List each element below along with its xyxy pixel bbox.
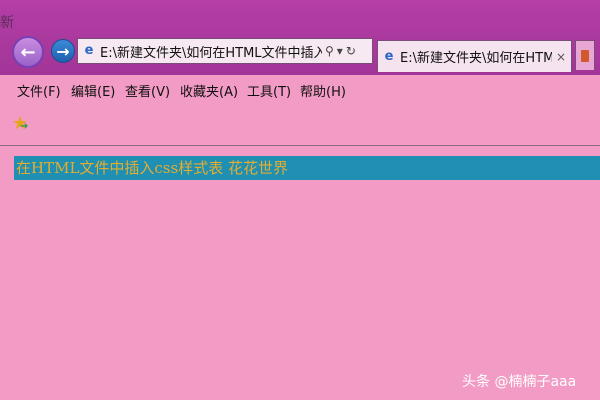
add-favorite-arrow-icon: ➜ xyxy=(20,121,29,132)
menu-favorites[interactable]: 收藏夹(A) xyxy=(180,81,238,100)
arrow-left-icon: ← xyxy=(20,41,36,63)
menu-bar: 文件(F) 编辑(E) 查看(V) 收藏夹(A) 工具(T) 帮助(H) xyxy=(0,75,600,105)
refresh-icon[interactable]: ↻ xyxy=(346,44,356,58)
new-tab-icon xyxy=(581,49,589,62)
page-content xyxy=(0,146,600,400)
ie-tab-icon: e xyxy=(384,48,394,64)
ie-page-icon: e xyxy=(84,43,94,58)
tab-title: E:\新建文件夹\如何在HTM... xyxy=(400,51,552,66)
menu-view[interactable]: 查看(V) xyxy=(125,81,170,100)
back-button[interactable]: ← xyxy=(12,36,44,68)
menu-edit[interactable]: 编辑(E) xyxy=(71,81,115,100)
new-tab-button[interactable] xyxy=(575,40,595,70)
watermark-text: 头条 @楠楠子aaa xyxy=(462,374,577,390)
forward-button[interactable]: → xyxy=(51,39,75,63)
arrow-right-icon: → xyxy=(56,41,70,61)
chevron-down-icon[interactable]: ▾ xyxy=(337,44,343,58)
address-input[interactable]: E:\新建文件夹\如何在HTML文件中插入css xyxy=(100,42,322,61)
page-heading: 在HTML文件中插入css样式表 花花世界 xyxy=(16,159,288,177)
close-icon[interactable]: × xyxy=(556,50,566,64)
window-edge-text: 新 xyxy=(0,15,14,31)
menu-file[interactable]: 文件(F) xyxy=(17,81,61,100)
favorites-bar xyxy=(0,105,600,146)
menu-help[interactable]: 帮助(H) xyxy=(300,81,346,100)
search-icon[interactable]: ⚲ xyxy=(325,44,334,58)
browser-tab[interactable]: e E:\新建文件夹\如何在HTM... × xyxy=(377,40,572,72)
menu-tools[interactable]: 工具(T) xyxy=(247,81,291,100)
address-bar[interactable]: e E:\新建文件夹\如何在HTML文件中插入css ⚲ ▾ ↻ xyxy=(77,38,373,64)
